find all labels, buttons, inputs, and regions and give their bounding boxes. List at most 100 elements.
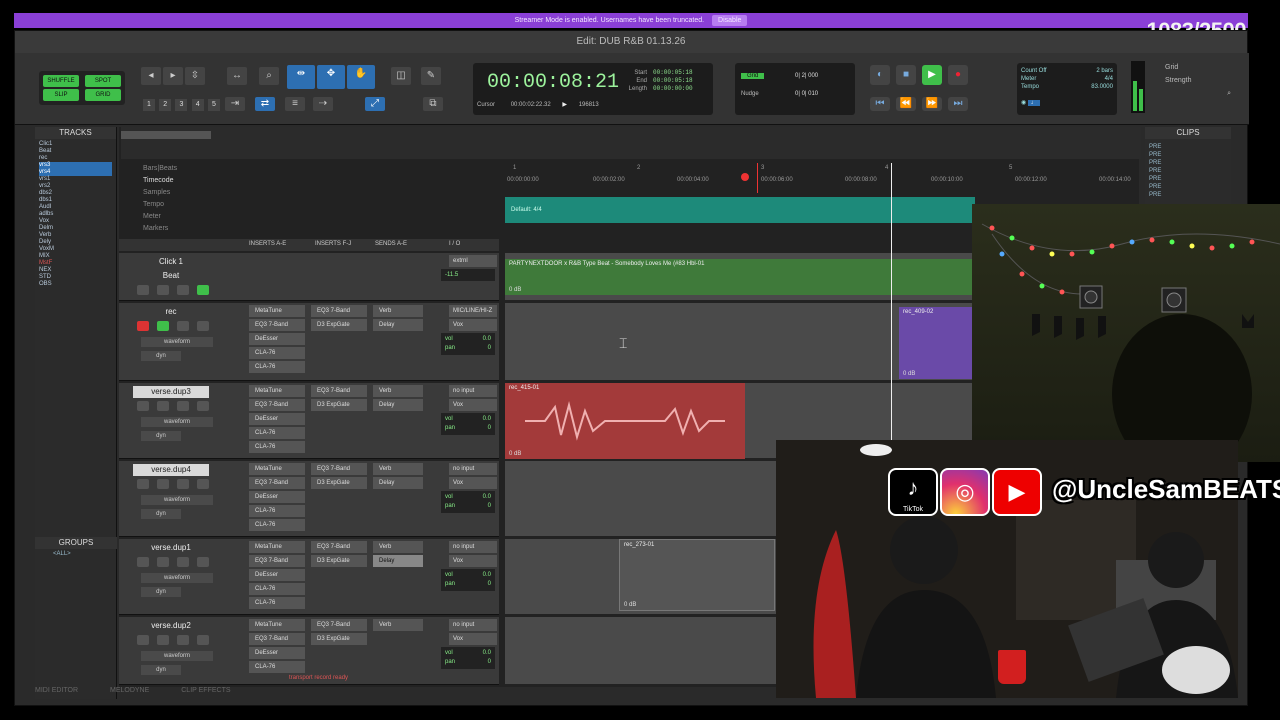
conductor-icon[interactable]: ♩ <box>1027 100 1040 106</box>
universe-overview[interactable] <box>121 127 1141 159</box>
send-slot[interactable]: Delay <box>373 555 423 567</box>
track-list-item[interactable]: rec <box>39 155 112 162</box>
volume-value[interactable]: 0.0 <box>483 493 491 502</box>
play-icon[interactable]: ▶ <box>922 65 942 85</box>
track-list-item[interactable]: MIX <box>39 253 112 260</box>
grid-side-label[interactable]: Grid <box>1165 61 1231 74</box>
mute-button[interactable] <box>197 479 209 489</box>
insert-slot[interactable]: D3 ExpGate <box>311 633 367 645</box>
track-list-item[interactable]: NEX <box>39 267 112 274</box>
insert-slot[interactable]: EQ3 7-Band <box>311 541 367 553</box>
clip-list-item[interactable]: PRE <box>1149 159 1227 167</box>
main-counter[interactable]: 00:00:08:21 <box>487 71 619 94</box>
overview-viewport[interactable] <box>121 131 211 139</box>
grid-value[interactable]: 0| 2| 000 <box>795 73 818 79</box>
automation-follows-icon[interactable]: ⧉ <box>423 97 443 111</box>
clip-rec[interactable]: rec_409-02 0 dB <box>899 307 975 379</box>
zoom-preset-5[interactable]: 5 <box>207 99 220 111</box>
dyn-selector[interactable]: dyn <box>141 509 181 519</box>
solo-button[interactable] <box>177 635 189 645</box>
grid-label[interactable]: Grid <box>741 73 765 79</box>
clip-verse-dup3[interactable]: rec_415-01 0 dB <box>505 383 745 459</box>
lane-beat[interactable]: PARTYNEXTDOOR x R&B Type Beat - Somebody… <box>505 253 975 301</box>
track-list-item[interactable]: vrs2 <box>39 183 112 190</box>
stop-icon[interactable]: ■ <box>896 65 916 85</box>
track-name-beat[interactable]: Beat <box>133 270 209 282</box>
grabber-tool-icon[interactable]: ✋ <box>347 65 375 89</box>
track-list-item[interactable]: MstF <box>39 260 112 267</box>
insert-slot[interactable]: EQ3 7-Band <box>311 463 367 475</box>
insert-slot[interactable]: D3 ExpGate <box>311 319 367 331</box>
send-slot[interactable]: Verb <box>373 385 423 397</box>
insert-slot[interactable]: MetaTune <box>249 619 305 631</box>
input-monitor-button[interactable] <box>157 557 169 567</box>
track-list-item[interactable]: OBS <box>39 281 112 288</box>
view-selector[interactable]: waveform <box>141 495 213 505</box>
fast-forward-icon[interactable]: ⏩ <box>922 97 942 111</box>
insert-slot[interactable]: EQ3 7-Band <box>311 305 367 317</box>
strength-label[interactable]: Strength <box>1165 74 1231 87</box>
insert-slot[interactable]: EQ3 7-Band <box>249 477 305 489</box>
insert-slot[interactable]: D3 ExpGate <box>311 555 367 567</box>
send-slot[interactable]: Verb <box>373 541 423 553</box>
track-name[interactable]: verse.dup4 <box>133 464 209 476</box>
insert-slot[interactable]: D3 ExpGate <box>311 399 367 411</box>
zoom-preset-4[interactable]: 4 <box>191 99 204 111</box>
track-name-click[interactable]: Click 1 <box>133 256 209 268</box>
scrubber-tool-icon[interactable]: ◫ <box>391 67 411 85</box>
mirror-midi-icon[interactable]: ⤢ <box>365 97 385 111</box>
insert-slot[interactable]: MetaTune <box>249 385 305 397</box>
track-name[interactable]: rec <box>133 306 209 318</box>
dyn-selector[interactable]: dyn <box>141 665 181 675</box>
clip-list-item[interactable]: PRE <box>1149 191 1227 199</box>
disable-streamer-mode-button[interactable]: Disable <box>712 15 748 26</box>
mute-button[interactable] <box>197 401 209 411</box>
view-selector[interactable]: waveform <box>141 417 213 427</box>
nudge-label[interactable]: Nudge <box>741 91 759 97</box>
tab-to-transient-icon[interactable]: ⇥ <box>225 97 245 111</box>
mute-button[interactable] <box>197 321 209 331</box>
track-list-item[interactable]: AudI <box>39 204 112 211</box>
insert-slot[interactable]: DeEsser <box>249 647 305 659</box>
input-selector[interactable]: no input <box>449 385 497 397</box>
mute-button[interactable] <box>197 557 209 567</box>
volume-value[interactable]: 0.0 <box>483 571 491 580</box>
record-icon[interactable]: ● <box>948 65 968 85</box>
send-slot[interactable]: Verb <box>373 619 423 631</box>
input-selector[interactable]: no input <box>449 463 497 475</box>
track-list-item[interactable]: adlbs <box>39 211 112 218</box>
send-slot[interactable]: Delay <box>373 319 423 331</box>
view-selector[interactable]: waveform <box>141 573 213 583</box>
nudge-value[interactable]: 0| 0| 010 <box>795 91 818 97</box>
send-slot[interactable]: Delay <box>373 399 423 411</box>
link-timeline-icon[interactable]: ⇄ <box>255 97 275 111</box>
insert-slot[interactable]: CLA-76 <box>249 361 305 373</box>
track-list-item[interactable]: vrs1 <box>39 176 112 183</box>
insert-slot[interactable]: EQ3 7-Band <box>249 399 305 411</box>
insert-slot[interactable]: EQ3 7-Band <box>249 633 305 645</box>
record-marker-icon[interactable] <box>741 173 749 181</box>
send-slot[interactable]: Verb <box>373 463 423 475</box>
insert-slot[interactable]: MetaTune <box>249 541 305 553</box>
magnifier-icon[interactable]: ⌕ <box>259 67 279 85</box>
track-list-item[interactable]: Verb <box>39 232 112 239</box>
pan-value[interactable]: 0 <box>488 344 491 353</box>
track-list-item[interactable]: dbs2 <box>39 190 112 197</box>
solo-button[interactable] <box>157 285 169 295</box>
insert-slot[interactable]: DeEsser <box>249 413 305 425</box>
solo-button[interactable] <box>177 321 189 331</box>
mode-slip-button[interactable]: SLIP <box>43 89 79 101</box>
pan-value[interactable]: 0 <box>488 502 491 511</box>
clip-list-item[interactable]: PRE <box>1149 167 1227 175</box>
volume-value[interactable]: 0.0 <box>483 649 491 658</box>
count-off-label[interactable]: Count Off <box>1021 68 1047 74</box>
input-selector[interactable]: no input <box>449 619 497 631</box>
io-selector[interactable]: extrnl <box>449 255 497 267</box>
insert-slot[interactable]: CLA-76 <box>249 505 305 517</box>
zoom-preset-1[interactable]: 1 <box>143 99 155 111</box>
output-selector[interactable]: Vox <box>449 319 497 331</box>
record-enable-button[interactable] <box>137 321 149 331</box>
insert-slot[interactable]: EQ3 7-Band <box>249 555 305 567</box>
track-name[interactable]: verse.dup3 <box>133 386 209 398</box>
insert-slot[interactable]: CLA-76 <box>249 427 305 439</box>
